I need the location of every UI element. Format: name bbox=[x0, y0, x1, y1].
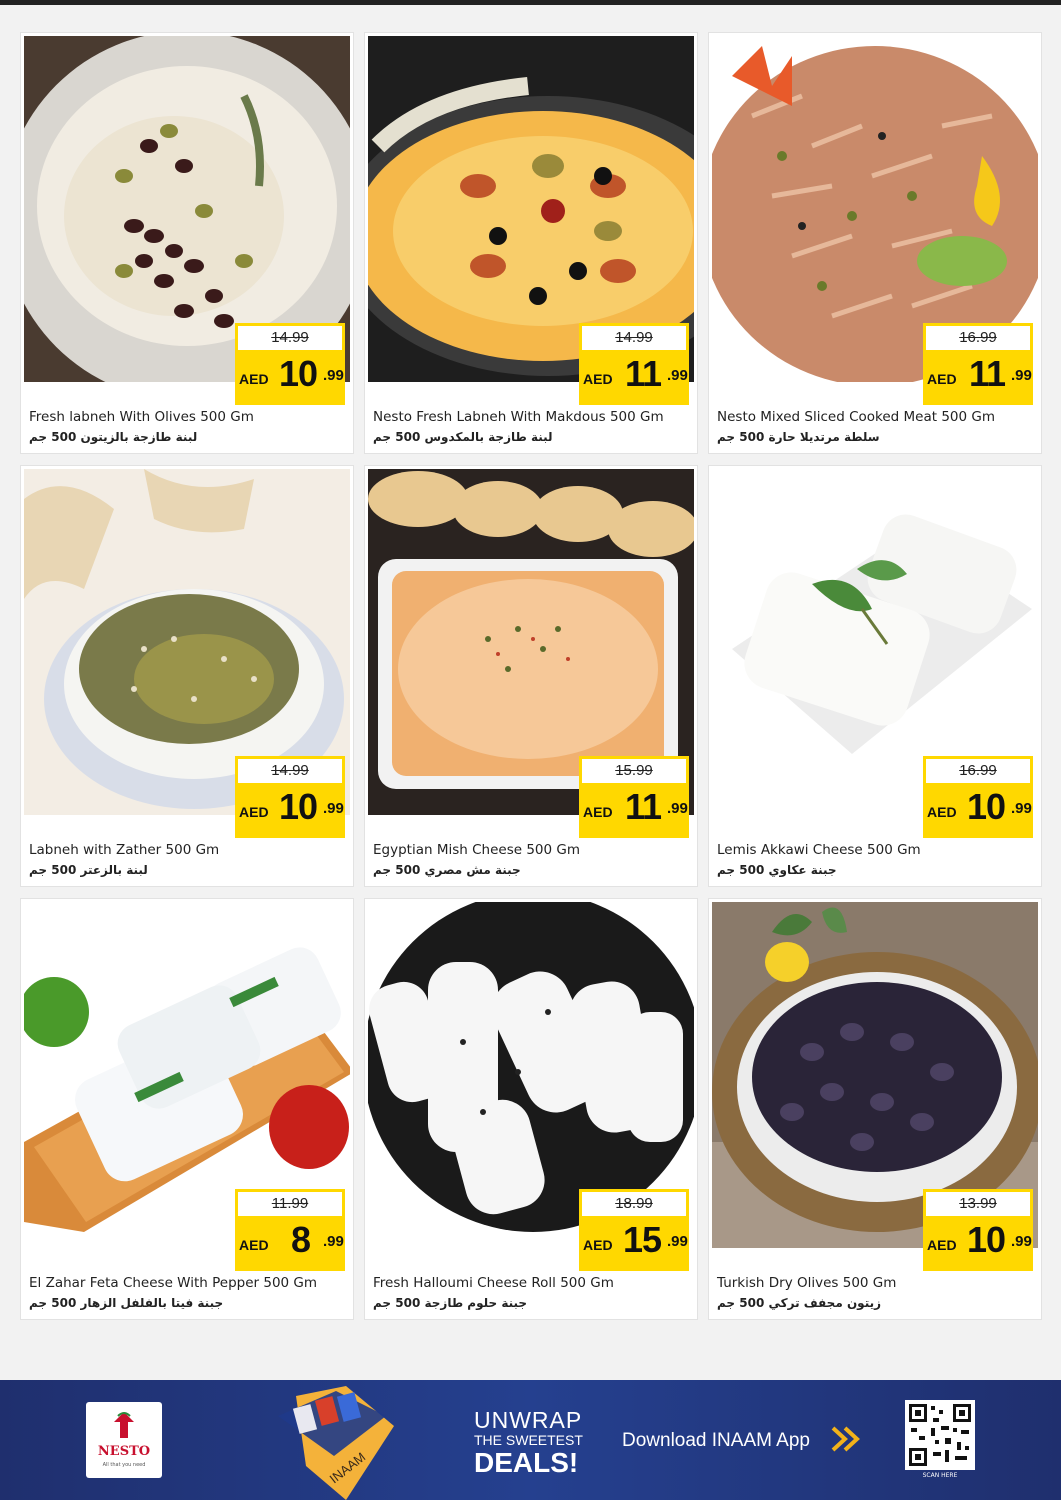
product-name-ar: جبنة حلوم طازجة 500 جم bbox=[373, 1296, 528, 1310]
old-price: 11.99 bbox=[238, 1192, 342, 1216]
price-decimal: .99 bbox=[323, 1233, 344, 1250]
price-integer: 10 bbox=[279, 353, 318, 394]
new-price: AED 8 .99 bbox=[235, 1219, 345, 1267]
price-integer: 11 bbox=[969, 353, 1006, 394]
currency-label: AED bbox=[927, 371, 957, 387]
currency-label: AED bbox=[239, 1237, 269, 1253]
price-integer: 15 bbox=[623, 1219, 662, 1260]
product-grid: 14.99 AED 10 .99 Fresh labneh With Olive… bbox=[20, 32, 1042, 1322]
product-name-en: Turkish Dry Olives 500 Gm bbox=[717, 1275, 897, 1291]
price-integer: 10 bbox=[967, 786, 1006, 827]
new-price: AED 10 .99 bbox=[235, 786, 345, 834]
product-name-ar: لبنة بالزعتر 500 جم bbox=[29, 863, 148, 877]
price-integer: 11 bbox=[625, 353, 662, 394]
product-name-en: El Zahar Feta Cheese With Pepper 500 Gm bbox=[29, 1275, 318, 1291]
price-decimal: .99 bbox=[323, 367, 344, 384]
product-card[interactable]: 13.99 AED 10 .99 Turkish Dry Olives 500 … bbox=[708, 898, 1042, 1320]
currency-label: AED bbox=[583, 1237, 613, 1253]
new-price: AED 15 .99 bbox=[579, 1219, 689, 1267]
old-price: 14.99 bbox=[238, 759, 342, 783]
price-tag: 13.99 AED 10 .99 bbox=[923, 1189, 1033, 1271]
new-price: AED 10 .99 bbox=[923, 1219, 1033, 1267]
price-decimal: .99 bbox=[667, 800, 688, 817]
price-decimal: .99 bbox=[323, 800, 344, 817]
price-tag: 11.99 AED 8 .99 bbox=[235, 1189, 345, 1271]
nesto-logo[interactable]: NESTO All that you need bbox=[86, 1402, 162, 1478]
old-price: 16.99 bbox=[926, 326, 1030, 350]
product-name-en: Fresh labneh With Olives 500 Gm bbox=[29, 409, 254, 425]
old-price: 14.99 bbox=[582, 326, 686, 350]
price-integer: 10 bbox=[967, 1219, 1006, 1260]
new-price: AED 11 .99 bbox=[579, 786, 689, 834]
product-name-ar: جبنة فيتا بالفلفل الزهار 500 جم bbox=[29, 1296, 224, 1310]
price-tag: 14.99 AED 11 .99 bbox=[579, 323, 689, 405]
download-app-link[interactable]: Download INAAM App bbox=[622, 1430, 810, 1452]
product-name-en: Nesto Mixed Sliced Cooked Meat 500 Gm bbox=[717, 409, 996, 425]
product-card[interactable]: 18.99 AED 15 .99 Fresh Halloumi Cheese R… bbox=[364, 898, 698, 1320]
old-price: 15.99 bbox=[582, 759, 686, 783]
currency-label: AED bbox=[583, 371, 613, 387]
price-decimal: .99 bbox=[1011, 800, 1032, 817]
price-integer: 11 bbox=[625, 786, 662, 827]
new-price: AED 10 .99 bbox=[235, 353, 345, 401]
unwrap-line3: DEALS! bbox=[474, 1447, 579, 1478]
currency-label: AED bbox=[239, 371, 269, 387]
price-tag: 14.99 AED 10 .99 bbox=[235, 323, 345, 405]
product-card[interactable]: 11.99 AED 8 .99 El Zahar Feta Cheese Wit… bbox=[20, 898, 354, 1320]
product-name-ar: زيتون مجفف تركي 500 جم bbox=[717, 1296, 882, 1310]
product-name-en: Labneh with Zather 500 Gm bbox=[29, 842, 220, 858]
price-tag: 18.99 AED 15 .99 bbox=[579, 1189, 689, 1271]
promo-footer: NESTO All that you need INAAM UNWRAP THE… bbox=[0, 1380, 1061, 1500]
nesto-logo-icon bbox=[114, 1412, 134, 1438]
product-name-en: Fresh Halloumi Cheese Roll 500 Gm bbox=[373, 1275, 614, 1291]
price-decimal: .99 bbox=[1011, 1233, 1032, 1250]
product-card[interactable]: 14.99 AED 11 .99 Nesto Fresh Labneh With… bbox=[364, 32, 698, 454]
product-name-ar: سلطة مرتديلا حارة 500 جم bbox=[717, 430, 880, 444]
old-price: 16.99 bbox=[926, 759, 1030, 783]
currency-label: AED bbox=[927, 1237, 957, 1253]
old-price: 18.99 bbox=[582, 1192, 686, 1216]
new-price: AED 11 .99 bbox=[923, 353, 1033, 401]
old-price: 13.99 bbox=[926, 1192, 1030, 1216]
price-tag: 15.99 AED 11 .99 bbox=[579, 756, 689, 838]
old-price: 14.99 bbox=[238, 326, 342, 350]
product-card[interactable]: 14.99 AED 10 .99 Labneh with Zather 500 … bbox=[20, 465, 354, 887]
product-card[interactable]: 15.99 AED 11 .99 Egyptian Mish Cheese 50… bbox=[364, 465, 698, 887]
unwrap-headline: UNWRAP THE SWEETEST DEALS! bbox=[474, 1408, 604, 1478]
product-name-ar: جبنة مش مصري 500 جم bbox=[373, 863, 521, 877]
brand-name: NESTO bbox=[97, 1444, 151, 1459]
qr-code[interactable] bbox=[905, 1400, 975, 1470]
product-name-en: Lemis Akkawi Cheese 500 Gm bbox=[717, 842, 921, 858]
currency-label: AED bbox=[583, 804, 613, 820]
price-decimal: .99 bbox=[667, 1233, 688, 1250]
price-integer: 10 bbox=[279, 786, 318, 827]
price-tag: 16.99 AED 10 .99 bbox=[923, 756, 1033, 838]
new-price: AED 11 .99 bbox=[579, 353, 689, 401]
product-name-ar: لبنة طازجة بالمكدوس 500 جم bbox=[373, 430, 553, 444]
unwrap-line1: UNWRAP bbox=[474, 1407, 583, 1433]
product-card[interactable]: 16.99 AED 10 .99 Lemis Akkawi Cheese 500… bbox=[708, 465, 1042, 887]
inaam-gift-pack-image: INAAM bbox=[278, 1386, 394, 1500]
currency-label: AED bbox=[239, 804, 269, 820]
price-decimal: .99 bbox=[667, 367, 688, 384]
unwrap-line2: THE SWEETEST bbox=[474, 1432, 583, 1448]
price-tag: 14.99 AED 10 .99 bbox=[235, 756, 345, 838]
product-name-en: Egyptian Mish Cheese 500 Gm bbox=[373, 842, 580, 858]
brand-tagline: All that you need bbox=[102, 1462, 146, 1468]
price-decimal: .99 bbox=[1011, 367, 1032, 384]
product-card[interactable]: 14.99 AED 10 .99 Fresh labneh With Olive… bbox=[20, 32, 354, 454]
price-tag: 16.99 AED 11 .99 bbox=[923, 323, 1033, 405]
double-chevron-right-icon bbox=[831, 1426, 860, 1452]
product-name-en: Nesto Fresh Labneh With Makdous 500 Gm bbox=[373, 409, 664, 425]
top-border bbox=[0, 0, 1061, 5]
new-price: AED 10 .99 bbox=[923, 786, 1033, 834]
price-integer: 8 bbox=[291, 1219, 311, 1260]
product-name-ar: جبنة عكاوي 500 جم bbox=[717, 863, 837, 877]
product-card[interactable]: 16.99 AED 11 .99 Nesto Mixed Sliced Cook… bbox=[708, 32, 1042, 454]
currency-label: AED bbox=[927, 804, 957, 820]
scan-here-label: SCAN HERE bbox=[922, 1472, 958, 1479]
product-name-ar: لبنة طازجة بالزيتون 500 جم bbox=[29, 430, 198, 444]
